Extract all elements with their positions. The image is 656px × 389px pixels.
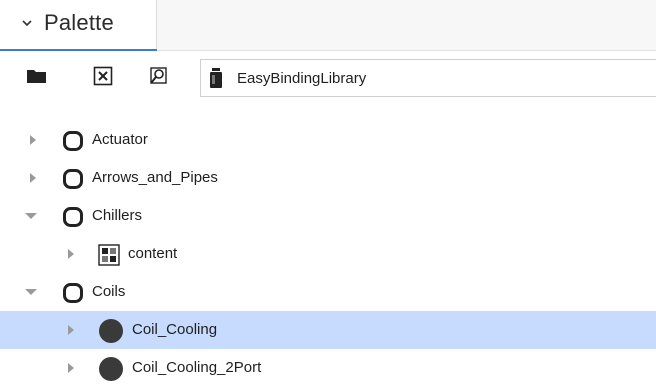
palette-header: Palette bbox=[0, 0, 656, 51]
expand-caret-icon[interactable] bbox=[64, 323, 78, 337]
tree-item-coil-cooling[interactable]: Coil_Cooling bbox=[0, 311, 656, 349]
tree-item-coil-cooling-2port[interactable]: Coil_Cooling_2Port bbox=[0, 349, 656, 387]
tab-title: Palette bbox=[44, 10, 114, 35]
tree-item-label: Coil_Cooling_2Port bbox=[132, 359, 262, 376]
tree-item-label: Coil_Cooling bbox=[132, 321, 218, 338]
expand-caret-icon[interactable] bbox=[64, 247, 78, 261]
component-icon bbox=[99, 357, 123, 381]
tab-palette[interactable]: Palette bbox=[0, 0, 157, 51]
palette-select[interactable]: EasyBindingLibrary bbox=[200, 59, 656, 97]
folder-node-icon bbox=[63, 131, 83, 151]
expand-caret-icon[interactable] bbox=[64, 361, 78, 375]
tree-item-label: Coils bbox=[92, 283, 126, 300]
tree-item-label: Actuator bbox=[92, 131, 148, 148]
tree-item-coils[interactable]: Coils bbox=[0, 273, 656, 311]
find-button[interactable] bbox=[145, 63, 171, 89]
find-icon bbox=[150, 67, 167, 84]
selected-palette: EasyBindingLibrary bbox=[237, 70, 367, 87]
jar-icon bbox=[210, 68, 222, 88]
open-palette-button[interactable] bbox=[24, 63, 50, 89]
close-palette-button[interactable] bbox=[90, 63, 116, 89]
folder-node-icon bbox=[63, 169, 83, 189]
tree-item-chillers[interactable]: Chillers bbox=[0, 197, 656, 235]
folder-node-icon bbox=[63, 283, 83, 303]
folder-icon bbox=[27, 70, 46, 83]
palette-tree: Actuator Arrows_and_Pipes Chillers conte… bbox=[0, 115, 656, 389]
tree-item-label: Arrows_and_Pipes bbox=[92, 169, 218, 186]
component-icon bbox=[99, 319, 123, 343]
tree-item-label: content bbox=[128, 245, 178, 262]
chevron-down-icon[interactable] bbox=[20, 16, 34, 30]
tree-item-content[interactable]: content bbox=[0, 235, 656, 273]
close-box-icon bbox=[93, 66, 113, 86]
folder-node-icon bbox=[63, 207, 83, 227]
tree-item-arrows-and-pipes[interactable]: Arrows_and_Pipes bbox=[0, 159, 656, 197]
content-icon bbox=[98, 244, 120, 266]
palette-toolbar: EasyBindingLibrary bbox=[0, 51, 656, 106]
collapse-caret-icon[interactable] bbox=[24, 285, 38, 299]
tree-item-actuator[interactable]: Actuator bbox=[0, 121, 656, 159]
expand-caret-icon[interactable] bbox=[26, 171, 40, 185]
collapse-caret-icon[interactable] bbox=[24, 209, 38, 223]
expand-caret-icon[interactable] bbox=[26, 133, 40, 147]
tree-item-label: Chillers bbox=[92, 207, 143, 224]
